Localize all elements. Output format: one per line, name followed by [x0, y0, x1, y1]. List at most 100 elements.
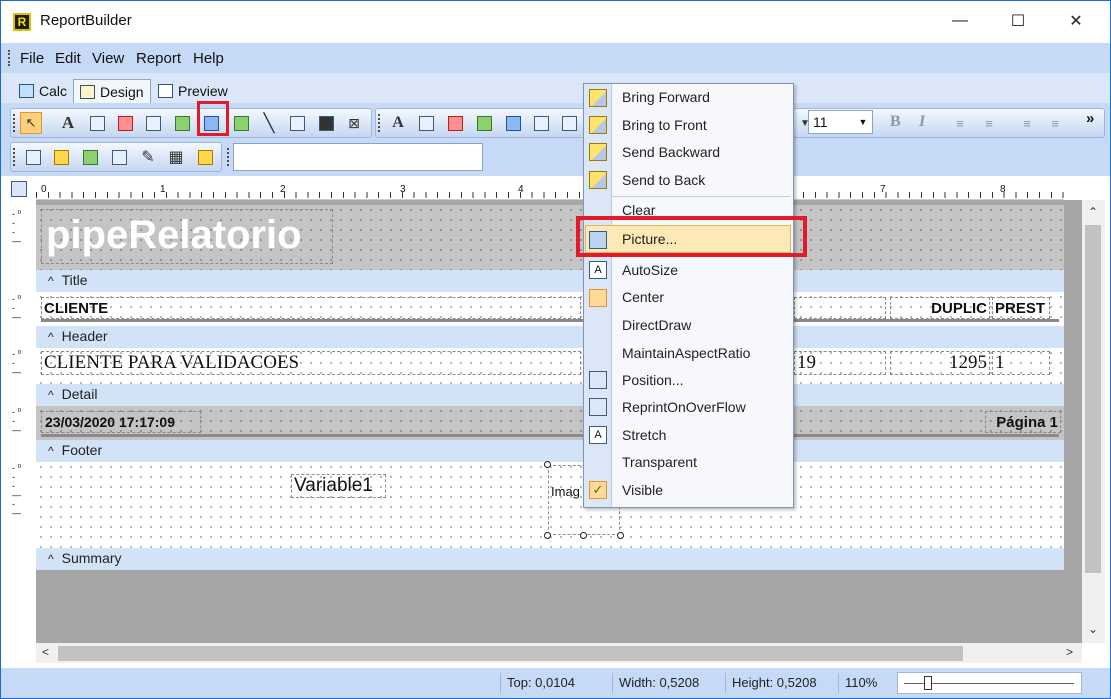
- toolbar-grip-4[interactable]: [227, 148, 230, 166]
- vertical-scroll-thumb[interactable]: [1085, 225, 1101, 573]
- dbmemo-tool-button[interactable]: [415, 112, 437, 134]
- chart-tool-button[interactable]: [79, 146, 101, 168]
- close-button[interactable]: ✕: [1061, 8, 1091, 34]
- checkbox-tool-button[interactable]: ⊠: [343, 112, 365, 134]
- menu-bring-forward[interactable]: Bring Forward: [622, 89, 710, 105]
- toolbar-overflow-button[interactable]: »: [1086, 110, 1094, 127]
- align-top-button[interactable]: ≡: [1016, 112, 1038, 134]
- italic-button[interactable]: I: [919, 113, 925, 131]
- component-text-edit[interactable]: [233, 143, 483, 171]
- header-band-label[interactable]: ^ Header: [36, 326, 1064, 348]
- header-duplic-label[interactable]: DUPLIC: [890, 297, 990, 319]
- line-tool-button[interactable]: ╲: [258, 112, 280, 134]
- detail-cliente-field[interactable]: CLIENTE PARA VALIDACOES: [41, 351, 581, 375]
- menu-visible[interactable]: Visible: [622, 482, 663, 498]
- dbbarcode-tool-button[interactable]: [530, 112, 552, 134]
- barcode-tool-button[interactable]: [286, 112, 308, 134]
- tab-preview[interactable]: Preview: [151, 79, 235, 103]
- variable-tool-button[interactable]: [171, 112, 193, 134]
- menu-bring-to-front[interactable]: Bring to Front: [622, 117, 707, 133]
- footer-underline: [41, 434, 1059, 437]
- menu-stretch[interactable]: Stretch: [622, 427, 666, 443]
- dbcalc-tool-button[interactable]: [473, 112, 495, 134]
- detail-number-field[interactable]: 19: [794, 351, 886, 375]
- menu-send-backward[interactable]: Send Backward: [622, 144, 720, 160]
- tab-design[interactable]: Design: [73, 79, 151, 103]
- bold-button[interactable]: B: [890, 113, 901, 131]
- menu-center[interactable]: Center: [622, 289, 664, 305]
- crosstab-tool-button[interactable]: ▦: [165, 146, 187, 168]
- memo-tool-button[interactable]: [86, 112, 108, 134]
- resize-handle[interactable]: [617, 532, 624, 539]
- minimize-button[interactable]: —: [945, 8, 975, 34]
- label-tool-button[interactable]: A: [57, 112, 79, 134]
- zoom-slider[interactable]: [897, 672, 1082, 694]
- summary-variable-field[interactable]: Variable1: [291, 474, 386, 498]
- qr-code-icon: [318, 115, 334, 131]
- menu-file[interactable]: File: [20, 50, 44, 67]
- scroll-right-icon[interactable]: >: [1066, 645, 1073, 659]
- menu-reprint-on-overflow[interactable]: ReprintOnOverFlow: [622, 399, 746, 415]
- resize-handle[interactable]: [544, 532, 551, 539]
- scroll-up-icon[interactable]: ⌃: [1088, 205, 1098, 219]
- tab-calc[interactable]: Calc: [12, 79, 74, 103]
- map-tool-button[interactable]: [194, 146, 216, 168]
- 2d-barcode-tool-button[interactable]: [315, 112, 337, 134]
- toolbar-grip-3[interactable]: [13, 148, 16, 166]
- maximize-button[interactable]: ☐: [1003, 8, 1033, 34]
- align-right-button[interactable]: ≡: [978, 112, 1000, 134]
- dbtext-tool-button[interactable]: A: [387, 112, 409, 134]
- report-title-label[interactable]: pipeRelatorio: [41, 209, 333, 264]
- chevron-down-icon: ▼: [858, 117, 868, 127]
- menu-transparent[interactable]: Transparent: [622, 454, 697, 470]
- toolbar-grip-2[interactable]: [378, 114, 381, 132]
- menu-report[interactable]: Report: [136, 50, 181, 67]
- align-left-button[interactable]: ≡: [949, 112, 971, 134]
- menu-grip[interactable]: [8, 50, 11, 66]
- toolbar-grip[interactable]: [13, 114, 16, 132]
- status-width: Width: 0,5208: [612, 673, 705, 693]
- horizontal-scroll-thumb[interactable]: [58, 646, 963, 661]
- detail-duplic-field[interactable]: 1295: [890, 351, 990, 375]
- footer-datetime-field[interactable]: 23/03/2020 17:17:09: [41, 411, 201, 433]
- dbrichtext-tool-button[interactable]: [444, 112, 466, 134]
- scroll-left-icon[interactable]: <: [42, 645, 49, 659]
- summary-band-label[interactable]: ^ Summary: [36, 548, 1064, 570]
- align-bottom-button[interactable]: ≡: [1044, 112, 1066, 134]
- footer-band-label[interactable]: ^ Footer: [36, 440, 1064, 462]
- pagebreak-tool-button[interactable]: [108, 146, 130, 168]
- region-tool-button[interactable]: [22, 146, 44, 168]
- detail-band-label[interactable]: ^ Detail: [36, 384, 1064, 406]
- menu-help[interactable]: Help: [193, 50, 224, 67]
- resize-handle[interactable]: [580, 532, 587, 539]
- scroll-down-icon[interactable]: ⌄: [1088, 622, 1098, 636]
- header-field-box[interactable]: [794, 297, 886, 319]
- ruler-units-icon[interactable]: [11, 181, 27, 197]
- subreport-tool-button[interactable]: [50, 146, 72, 168]
- dbimage-tool-button[interactable]: [502, 112, 524, 134]
- title-band-label[interactable]: ^ Title: [36, 270, 1064, 292]
- header-cliente-label[interactable]: CLIENTE: [41, 297, 581, 319]
- menu-position[interactable]: Position...: [622, 372, 683, 388]
- select-arrow-button[interactable]: ↖: [20, 112, 42, 134]
- menu-maintain-aspect-ratio[interactable]: MaintainAspectRatio: [622, 345, 750, 361]
- menu-edit[interactable]: Edit: [55, 50, 81, 67]
- send-backward-icon: [589, 143, 607, 161]
- menu-send-to-back[interactable]: Send to Back: [622, 172, 705, 188]
- paint-tool-button[interactable]: ✎: [137, 146, 159, 168]
- shape-tool-button[interactable]: [230, 112, 252, 134]
- menu-view[interactable]: View: [92, 50, 124, 67]
- font-size-dropdown[interactable]: 11 ▼: [808, 110, 873, 134]
- systemvar-tool-button[interactable]: [142, 112, 164, 134]
- menu-directdraw[interactable]: DirectDraw: [622, 317, 691, 333]
- resize-handle[interactable]: [544, 461, 551, 468]
- richtext-tool-button[interactable]: [114, 112, 136, 134]
- menu-autosize[interactable]: AutoSize: [622, 262, 678, 278]
- zoom-thumb[interactable]: [924, 676, 932, 690]
- footer-page-field[interactable]: Página 1: [985, 411, 1061, 433]
- detail-prest-field[interactable]: 1: [992, 351, 1050, 375]
- db2dbarcode-tool-button[interactable]: [558, 112, 580, 134]
- header-prest-label[interactable]: PREST: [992, 297, 1050, 319]
- vruler-mark: - ⁰ - - —: [12, 209, 22, 246]
- richtext-icon: [117, 115, 133, 131]
